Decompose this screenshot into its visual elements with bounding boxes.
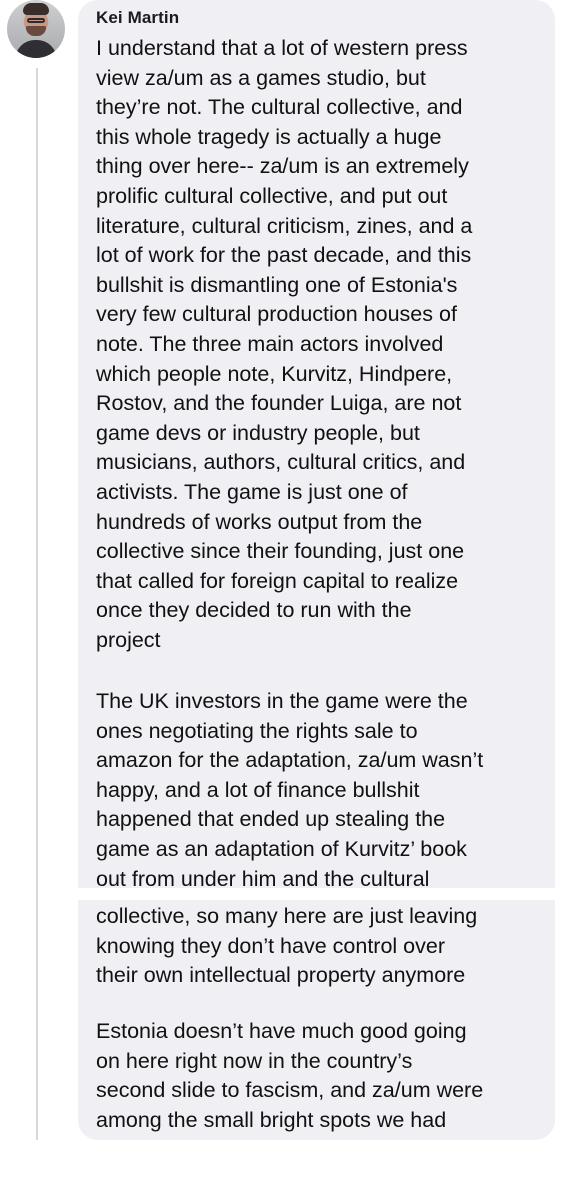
avatar-shirt (15, 40, 57, 58)
message-paragraph-3: collective, so many here are just leavin… (96, 904, 478, 988)
thread-connector-line (36, 68, 38, 1140)
message-paragraph-4: Estonia doesn’t have much good going on … (96, 1019, 484, 1132)
avatar-glasses (27, 18, 45, 23)
avatar[interactable] (7, 0, 65, 58)
message-paragraph-2: The UK investors in the game were the on… (96, 689, 484, 891)
screenshot-stitch-seam (60, 888, 581, 900)
avatar-beard (26, 26, 46, 36)
message-paragraph-1: I understand that a lot of western press… (96, 36, 473, 652)
comment-thread: Kei Martin I understand that a lot of we… (0, 0, 581, 1199)
avatar-hair (23, 3, 49, 15)
author-name[interactable]: Kei Martin (96, 8, 179, 28)
